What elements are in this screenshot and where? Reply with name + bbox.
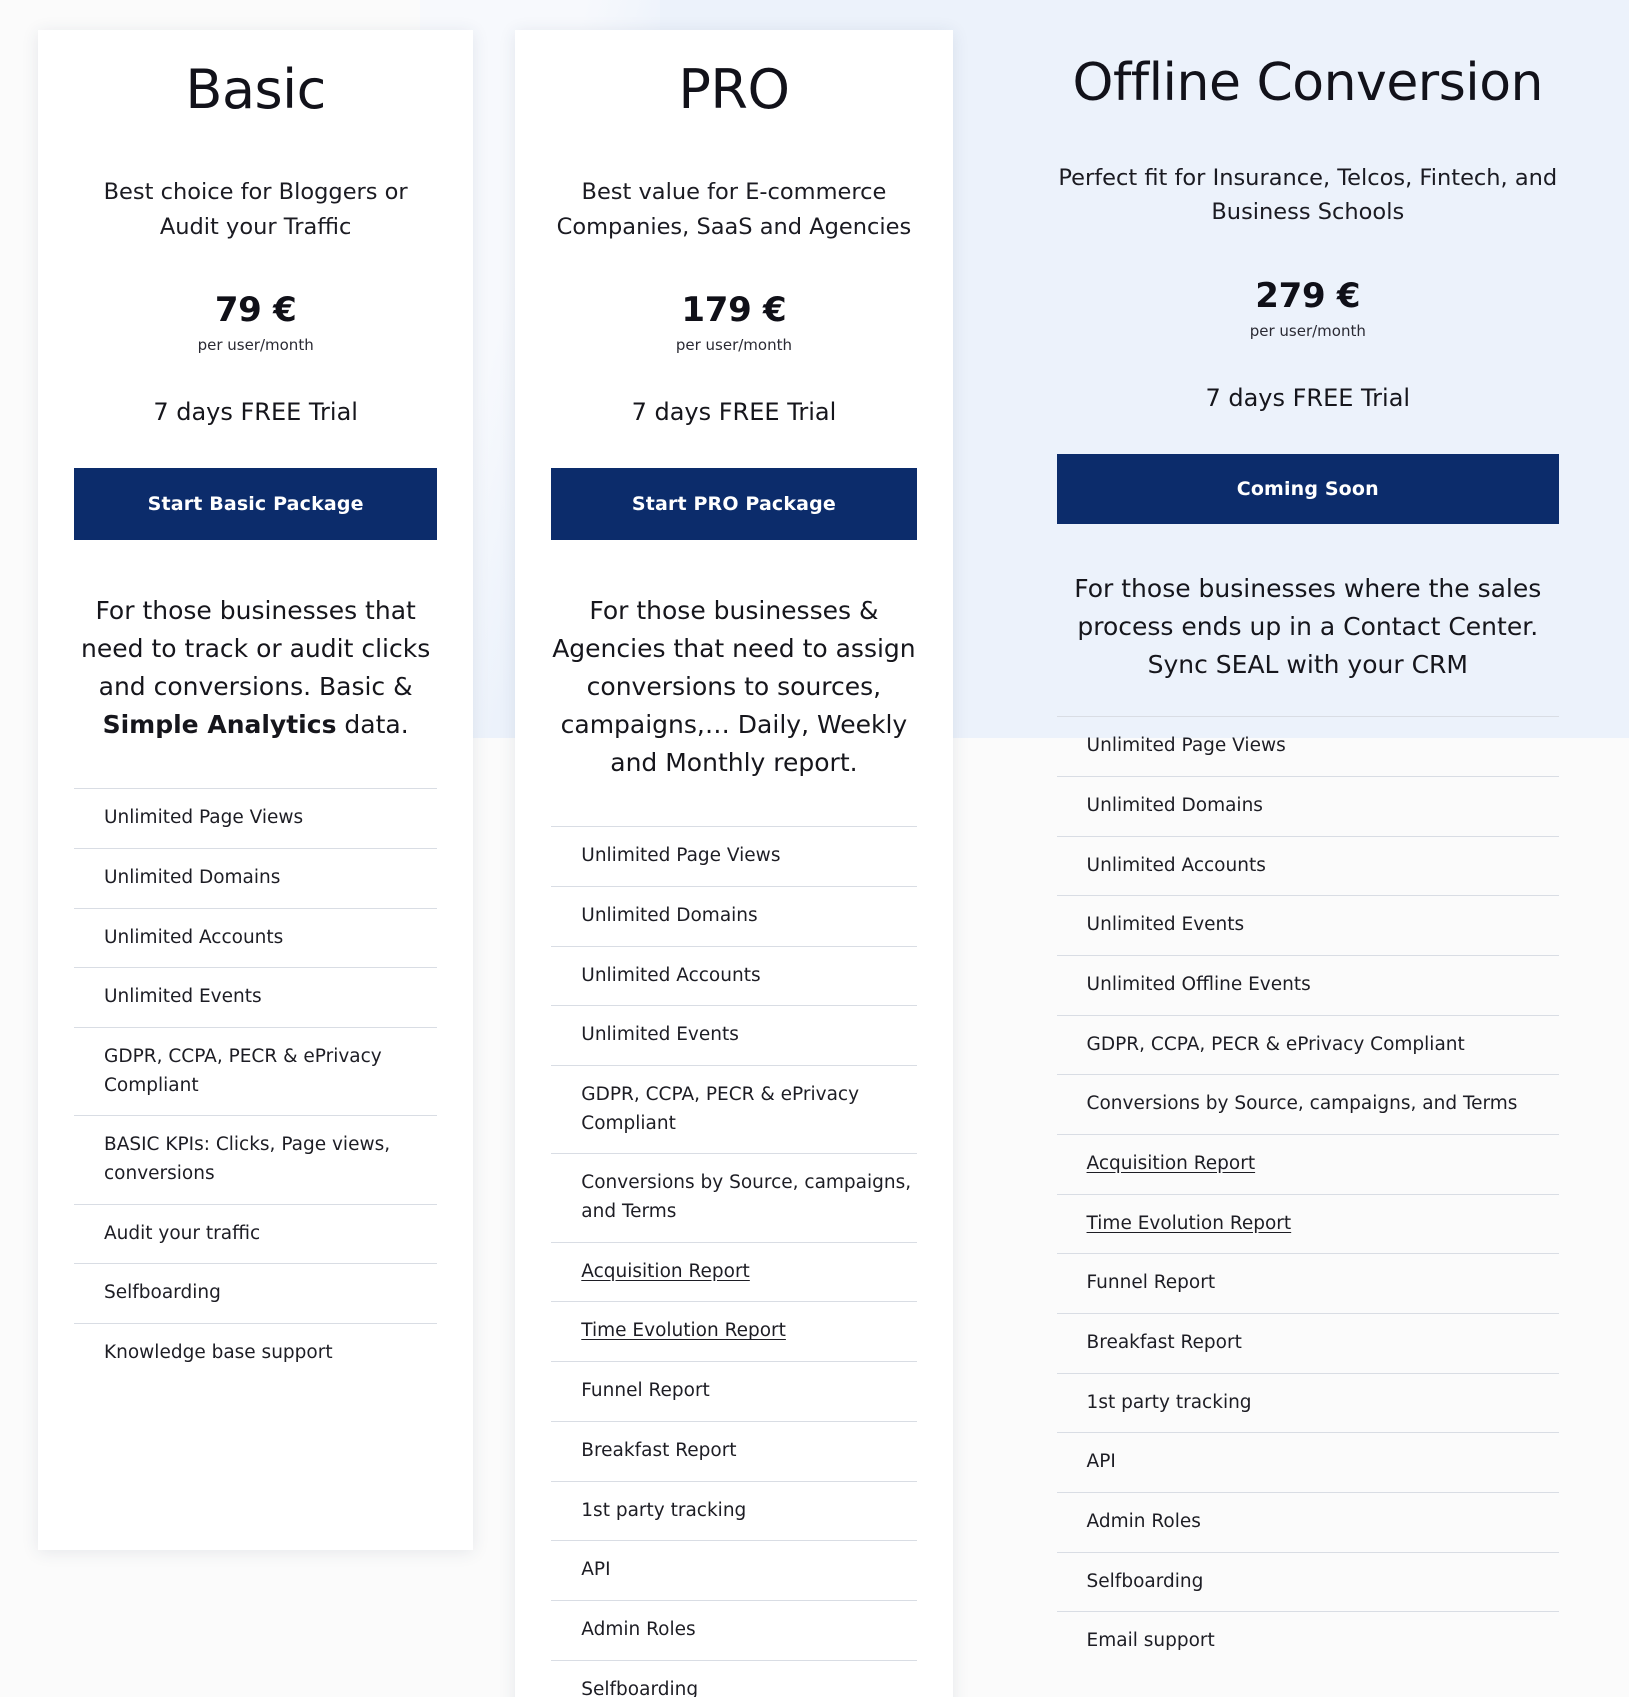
feature-item: Audit your traffic bbox=[74, 1203, 438, 1264]
feature-list-pro: Unlimited Page Views Unlimited Domains Unl… bbox=[551, 826, 917, 1697]
feature-item: Admin Roles bbox=[551, 1599, 917, 1660]
feature-item: API bbox=[551, 1540, 917, 1600]
feature-item: Selfboarding bbox=[551, 1659, 917, 1697]
feature-item: Admin Roles bbox=[1056, 1492, 1559, 1552]
feature-item: Unlimited Domains bbox=[551, 886, 917, 946]
feature-item: Conversions by Source, campaigns, and Te… bbox=[1056, 1074, 1559, 1134]
feature-item: 1st party tracking bbox=[1056, 1372, 1559, 1433]
feature-item: Funnel Report bbox=[1056, 1253, 1559, 1313]
feature-link-item[interactable]: Acquisition Report bbox=[551, 1241, 917, 1302]
feature-link-item[interactable]: Time Evolution Report bbox=[1056, 1193, 1559, 1254]
coming-soon-button[interactable]: Coming Soon bbox=[1056, 454, 1559, 525]
feature-item: Breakfast Report bbox=[551, 1420, 917, 1481]
feature-item: Unlimited Events bbox=[74, 967, 438, 1027]
feature-item: GDPR, CCPA, PECR & ePrivacy Compliant bbox=[74, 1027, 438, 1115]
feature-item: Knowledge base support bbox=[74, 1323, 438, 1383]
feature-item: GDPR, CCPA, PECR & ePrivacy Compliant bbox=[1056, 1014, 1559, 1075]
feature-item: Unlimited Events bbox=[551, 1005, 917, 1065]
feature-item: Unlimited Accounts bbox=[551, 945, 917, 1006]
plan-trial-offline-conversion: 7 days FREE Trial bbox=[1205, 384, 1411, 413]
plan-price-pro: 179 € bbox=[681, 290, 787, 331]
pricing-column-pro: PRO Best value for E-commerce Companies,… bbox=[515, 30, 953, 1697]
feature-list-offline-conversion: Unlimited Page Views Unlimited Domains Unl… bbox=[1056, 716, 1559, 1671]
plan-trial-basic: 7 days FREE Trial bbox=[153, 398, 358, 427]
plan-trial-pro: 7 days FREE Trial bbox=[631, 398, 837, 427]
plan-description-tail-basic: data. bbox=[336, 710, 409, 740]
feature-list-basic: Unlimited Page Views Unlimited Domains Unl… bbox=[74, 788, 438, 1383]
pricing-column-basic: Basic Best choice for Bloggers or Audit … bbox=[38, 30, 474, 1550]
feature-item: Conversions by Source, campaigns, and Te… bbox=[551, 1153, 917, 1241]
feature-item: Unlimited Page Views bbox=[1056, 716, 1559, 776]
plan-description-basic: For those businesses that need to track … bbox=[74, 592, 437, 744]
feature-item: BASIC KPIs: Clicks, Page views, conversi… bbox=[74, 1115, 438, 1203]
feature-item: Selfboarding bbox=[1056, 1551, 1559, 1612]
plan-card-pro: PRO Best value for E-commerce Companies,… bbox=[515, 30, 953, 1697]
plan-card-offline-conversion: Offline Conversion Perfect fit for Insur… bbox=[1025, 30, 1591, 1697]
plan-tagline-offline-conversion: Perfect fit for Insurance, Telcos, Finte… bbox=[1058, 164, 1558, 226]
plan-description-lead-basic: For those businesses that need to track … bbox=[81, 596, 431, 702]
feature-item: Unlimited Domains bbox=[74, 848, 438, 908]
plan-title-offline-conversion: Offline Conversion bbox=[1072, 53, 1544, 113]
plan-description-pro: For those businesses & Agencies that nee… bbox=[551, 592, 916, 782]
feature-item: Unlimited Domains bbox=[1056, 776, 1559, 836]
plan-title-basic: Basic bbox=[185, 58, 326, 121]
feature-item: 1st party tracking bbox=[551, 1480, 917, 1541]
start-pro-package-button[interactable]: Start PRO Package bbox=[551, 468, 917, 541]
feature-link-item[interactable]: Time Evolution Report bbox=[551, 1301, 917, 1361]
plan-description-emphasis-basic: Simple Analytics bbox=[102, 710, 337, 740]
plan-description-lead-offline-conversion: For those businesses where the sales pro… bbox=[1074, 574, 1542, 680]
feature-link-item[interactable]: Acquisition Report bbox=[1056, 1134, 1559, 1194]
pricing-plans: Basic Best choice for Bloggers or Audit … bbox=[0, 0, 1629, 1697]
plan-card-basic: Basic Best choice for Bloggers or Audit … bbox=[38, 30, 474, 1550]
feature-item: Breakfast Report bbox=[1056, 1313, 1559, 1373]
plan-description-offline-conversion: For those businesses where the sales pro… bbox=[1057, 570, 1559, 684]
feature-item: Unlimited Page Views bbox=[551, 826, 917, 886]
plan-price-unit-pro: per user/month bbox=[675, 336, 792, 355]
plan-tagline-pro: Best value for E-commerce Companies, Saa… bbox=[556, 178, 912, 240]
feature-item: Unlimited Events bbox=[1056, 895, 1559, 955]
feature-item: GDPR, CCPA, PECR & ePrivacy Compliant bbox=[551, 1065, 917, 1153]
plan-description-lead-pro: For those businesses & Agencies that nee… bbox=[552, 596, 916, 778]
plan-price-basic: 79 € bbox=[214, 290, 297, 331]
feature-item: Funnel Report bbox=[551, 1361, 917, 1421]
plan-title-pro: PRO bbox=[678, 58, 790, 121]
start-basic-package-button[interactable]: Start Basic Package bbox=[74, 468, 438, 541]
pricing-column-offline-conversion: Offline Conversion Perfect fit for Insur… bbox=[1025, 30, 1591, 1697]
feature-item: Unlimited Offline Events bbox=[1056, 955, 1559, 1015]
feature-item: Unlimited Page Views bbox=[74, 788, 438, 848]
plan-price-unit-offline-conversion: per user/month bbox=[1249, 322, 1366, 341]
plan-price-offline-conversion: 279 € bbox=[1255, 276, 1361, 317]
feature-item: Unlimited Accounts bbox=[1056, 835, 1559, 896]
feature-item: Email support bbox=[1056, 1611, 1559, 1671]
plan-price-unit-basic: per user/month bbox=[197, 336, 314, 355]
feature-item: Selfboarding bbox=[74, 1263, 438, 1323]
plan-tagline-basic: Best choice for Bloggers or Audit your T… bbox=[103, 178, 408, 240]
feature-item: Unlimited Accounts bbox=[74, 907, 438, 968]
feature-item: API bbox=[1056, 1432, 1559, 1492]
